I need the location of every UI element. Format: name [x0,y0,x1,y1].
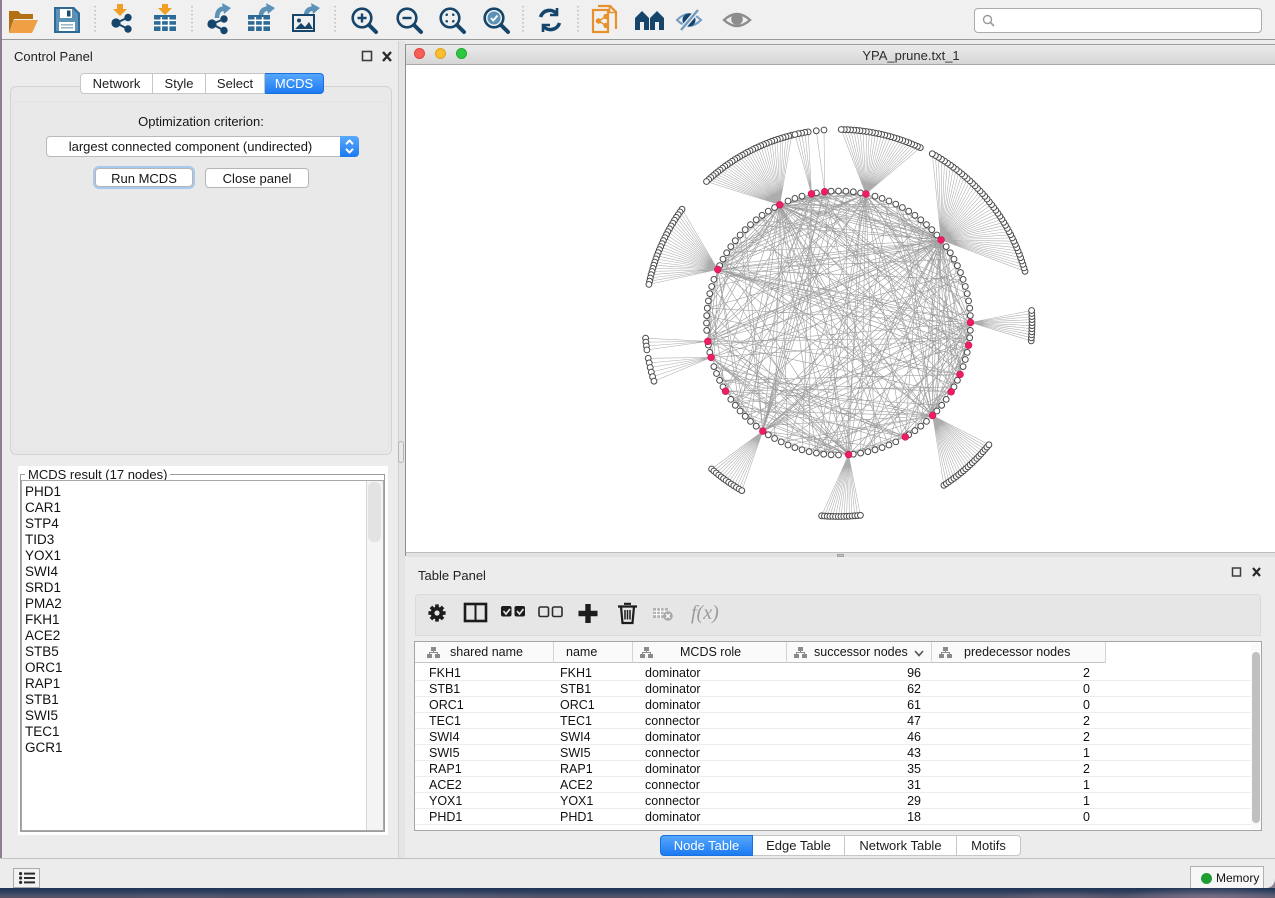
svg-text:f(x): f(x) [691,602,719,624]
